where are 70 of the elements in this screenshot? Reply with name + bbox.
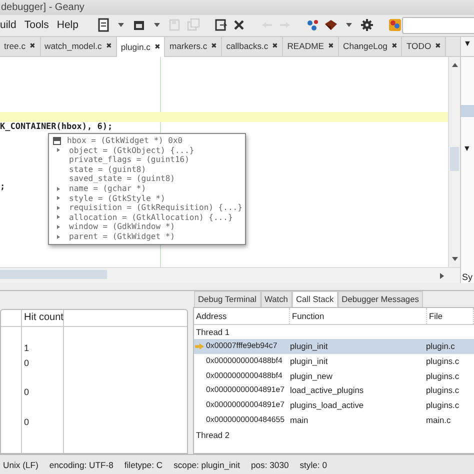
code-line: ; [0, 182, 6, 192]
expander-icon[interactable] [57, 234, 60, 239]
menu-item[interactable]: Tools [20, 19, 53, 32]
expander-icon[interactable] [57, 148, 60, 152]
tooltip-field: saved_state = (guint8) [69, 174, 175, 184]
tooltip-field: state = (guint8) [69, 164, 146, 174]
expander-icon[interactable] [57, 196, 60, 200]
table-cell-text: plugins.c [425, 370, 460, 383]
panel-tab[interactable]: Debugger Messages [338, 290, 423, 307]
panel-tab[interactable]: Call Stack [292, 290, 338, 307]
table-cell-text: plugin_init [289, 355, 329, 368]
status-item: Unix (LF) [3, 460, 38, 470]
file-icon[interactable] [96, 18, 110, 32]
expander-icon[interactable] [57, 186, 60, 191]
menu-item[interactable]: Help [52, 19, 82, 32]
expander-icon[interactable] [57, 224, 60, 229]
expander-icon[interactable] [57, 215, 60, 220]
tooltip-field: private_flags = (guint16) [69, 155, 190, 164]
gear-icon[interactable] [360, 18, 374, 32]
scrollbar[interactable] [448, 56, 460, 267]
menu-item[interactable]: uild [0, 19, 20, 32]
folder-icon[interactable] [132, 18, 146, 32]
dropdown-arrow[interactable]: ▼ [463, 144, 471, 153]
color-palette-icon[interactable] [388, 18, 402, 32]
column-header[interactable]: File [427, 308, 474, 324]
tooltip-title: hbox = (GtkWidget *) 0x0 [67, 136, 183, 146]
panel-tab[interactable]: Debug Terminal [194, 290, 261, 307]
side-panel-label: Sy [462, 272, 473, 282]
table-cell-text: main.c [425, 414, 452, 427]
tooltip-field: style = (GtkStyle *) [69, 194, 166, 203]
tooltip-field: name = (gchar *) [69, 184, 146, 194]
expander-icon[interactable] [57, 206, 60, 210]
search-field[interactable] [402, 16, 474, 34]
close-icon[interactable] [232, 18, 246, 32]
table-cell: 0 [24, 387, 30, 398]
table-cell: 0 [24, 358, 30, 368]
column-header[interactable]: Address [194, 308, 290, 324]
status-item: encoding: UTF-8 [49, 460, 114, 470]
thread-row[interactable]: Thread 2 [194, 428, 230, 442]
tooltip-field: allocation = (GtkAllocation) {...} [69, 212, 233, 222]
table-cell-text: plugins.c [425, 355, 460, 368]
table-cell-text: plugins.c [425, 399, 460, 412]
column-header[interactable]: Hit count [22, 310, 64, 326]
status-item: style: 0 [300, 460, 327, 470]
table-cell-text: plugin_init [289, 340, 329, 354]
table-cell: 0 [24, 416, 30, 427]
status-item: pos: 3030 [251, 460, 289, 470]
compile-icon[interactable] [306, 18, 320, 32]
table-cell: 1 [24, 343, 30, 354]
window-title: debugger] - Geany [0, 0, 474, 15]
variable-icon [53, 136, 61, 145]
status-item: filetype: C [124, 460, 163, 470]
table-cell-text: plugin.c [425, 340, 456, 354]
table-cell-text: plugins.c [425, 384, 460, 398]
selected-row-highlight [461, 104, 474, 117]
tooltip-field: parent = (GtkWidget *) [69, 232, 175, 242]
table-cell-text: load_active_plugins [289, 384, 365, 398]
table-cell-text: plugins_load_active [289, 399, 365, 412]
tooltip-field: window = (GdkWindow *) [69, 222, 175, 232]
status-item: scope: plugin_init [174, 460, 240, 470]
brick-icon[interactable] [324, 18, 338, 32]
tooltip-field: requisition = (GtkRequisition) {...} [69, 203, 242, 212]
tooltip-field: object = (GtkObject) {...} [69, 146, 194, 155]
code-line: K_CONTAINER(hbox), 6); [0, 122, 113, 132]
column-header[interactable]: Function [290, 308, 427, 324]
reload-icon[interactable] [214, 18, 228, 32]
panel-tab[interactable]: Watch [260, 290, 292, 307]
table-cell-text: plugin_new [289, 370, 334, 383]
table-cell-text: main [289, 414, 310, 427]
thread-row[interactable]: Thread 1 [194, 324, 230, 340]
